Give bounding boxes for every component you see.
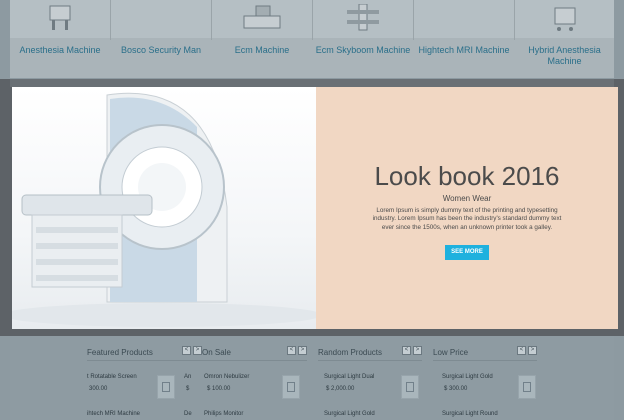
carousel-controls: < > xyxy=(517,346,537,355)
product-title[interactable]: t Rotatable Screen xyxy=(87,374,137,380)
section-divider xyxy=(202,360,307,361)
section-title: On Sale xyxy=(202,348,231,357)
product-thumbnail[interactable] xyxy=(518,375,536,399)
product-price-fragment: $ xyxy=(186,386,190,392)
device-icon xyxy=(162,382,170,392)
product-title-fragment: An xyxy=(184,374,192,380)
lookbook-modal: Look book 2016 Women Wear Lorem Ipsum is… xyxy=(12,87,618,329)
product-thumbnail xyxy=(515,0,614,38)
product-card[interactable]: Hightech MRI Machine xyxy=(414,0,515,78)
prev-arrow-button[interactable]: < xyxy=(402,346,411,355)
next-arrow-button[interactable]: > xyxy=(193,346,202,355)
product-strip: Anesthesia Machine Bosco Security Man Ec… xyxy=(10,0,614,78)
product-thumbnail[interactable] xyxy=(282,375,300,399)
section-divider xyxy=(433,360,537,361)
product-name[interactable]: Ecm Skyboom Machine xyxy=(313,45,413,56)
section-title: Featured Products xyxy=(87,348,153,357)
next-arrow-button[interactable]: > xyxy=(528,346,537,355)
product-title[interactable]: Philips Monitor xyxy=(204,411,243,417)
product-thumbnail xyxy=(212,0,312,38)
skyboom-machine-icon xyxy=(347,4,379,31)
product-thumbnail xyxy=(10,0,110,38)
product-card[interactable]: Bosco Security Man xyxy=(111,0,212,78)
next-arrow-button[interactable]: > xyxy=(413,346,422,355)
surgical-light-icon xyxy=(523,382,531,392)
carousel-controls: < > xyxy=(182,346,202,355)
device-icon xyxy=(287,382,295,392)
mri-machine-image xyxy=(12,87,316,329)
product-title[interactable]: Omron Nebulizer xyxy=(204,374,249,380)
surgical-light-icon xyxy=(406,382,414,392)
prev-arrow-button[interactable]: < xyxy=(287,346,296,355)
product-card[interactable]: Ecm Skyboom Machine xyxy=(313,0,414,78)
product-title[interactable]: Surgical Light Gold xyxy=(324,411,375,417)
product-title-fragment: De xyxy=(184,411,192,417)
modal-top-bar xyxy=(10,79,614,87)
carousel-controls: < > xyxy=(287,346,307,355)
promo-description: Lorem Ipsum is simply dummy text of the … xyxy=(372,207,562,231)
product-price: $ 2,000.00 xyxy=(326,386,355,392)
product-name[interactable]: Ecm Machine xyxy=(212,45,312,56)
product-name[interactable]: Bosco Security Man xyxy=(111,45,211,56)
product-thumbnail xyxy=(313,0,413,38)
anesthesia-machine-icon xyxy=(49,5,71,30)
product-thumbnail xyxy=(414,0,514,38)
next-arrow-button[interactable]: > xyxy=(298,346,307,355)
product-title[interactable]: Surgical Light Gold xyxy=(442,374,493,380)
product-price: $ 100.00 xyxy=(207,386,231,392)
hybrid-anesthesia-icon xyxy=(554,7,575,31)
product-name[interactable]: Hightech MRI Machine xyxy=(414,45,514,56)
see-more-button[interactable]: SEE MORE xyxy=(445,245,489,260)
product-card[interactable]: Ecm Machine xyxy=(212,0,313,78)
product-name[interactable]: Hybrid Anesthesia Machine xyxy=(515,45,614,67)
product-title[interactable]: ihtech MRI Machine xyxy=(87,411,140,417)
product-price: 300.00 xyxy=(89,386,108,392)
product-name[interactable]: Anesthesia Machine xyxy=(10,45,110,56)
section-divider xyxy=(318,360,422,361)
promo-title: Look book 2016 xyxy=(374,161,560,191)
promo-subtitle: Women Wear xyxy=(442,194,492,203)
product-price: $ 300.00 xyxy=(444,386,468,392)
product-card[interactable]: Anesthesia Machine xyxy=(10,0,111,78)
product-card[interactable]: Hybrid Anesthesia Machine xyxy=(515,0,614,78)
section-divider xyxy=(87,360,202,361)
product-title[interactable]: Surgical Light Dual xyxy=(324,374,374,380)
section-title: Random Products xyxy=(318,348,383,357)
ecm-machine-icon xyxy=(243,5,281,29)
product-thumbnail[interactable] xyxy=(401,375,419,399)
section-title: Low Price xyxy=(433,348,469,357)
prev-arrow-button[interactable]: < xyxy=(182,346,191,355)
product-thumbnail xyxy=(111,0,211,38)
product-thumbnail[interactable] xyxy=(157,375,175,399)
mri-scanner-illustration xyxy=(12,92,316,327)
carousel-controls: < > xyxy=(402,346,422,355)
promo-pane: Look book 2016 Women Wear Lorem Ipsum is… xyxy=(316,87,618,329)
product-title[interactable]: Surgical Light Round xyxy=(442,411,498,417)
prev-arrow-button[interactable]: < xyxy=(517,346,526,355)
